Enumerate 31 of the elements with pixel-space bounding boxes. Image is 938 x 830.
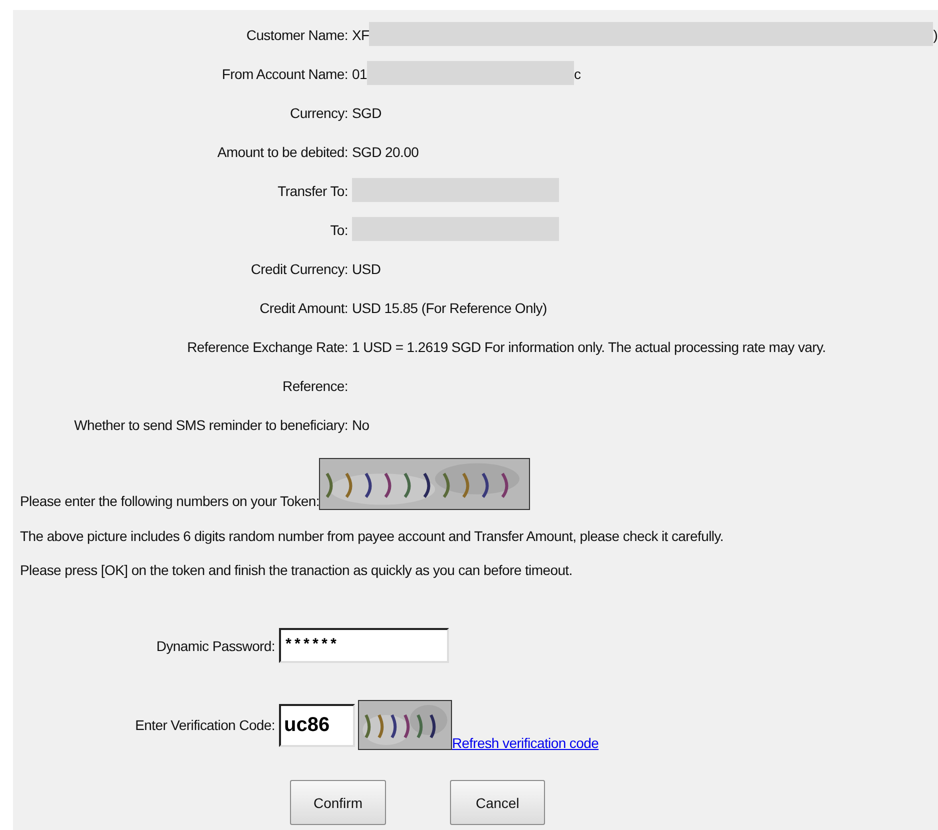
- field-label: From Account Name:: [220, 65, 348, 82]
- field-label: Enter Verification Code:: [134, 717, 276, 733]
- field-label: Currency:: [289, 104, 348, 121]
- field-value: ): [933, 27, 938, 43]
- field-label: Whether to send SMS reminder to beneficiary:: [73, 416, 348, 433]
- refresh-link[interactable]: Refresh verification code: [452, 735, 599, 751]
- field-label: Credit Amount:: [258, 299, 348, 316]
- instruction-text: Please press [OK] on the token and finish the tranaction as quickly as you can before timeout.: [19, 562, 574, 578]
- field-label: Amount to be debited:: [216, 143, 348, 160]
- field-label: To:: [329, 221, 348, 238]
- field-value: c: [574, 66, 581, 82]
- field-value: 01: [352, 66, 367, 82]
- field-value: SGD: [352, 105, 382, 121]
- token-prompt: Please enter the following numbers on your Token:: [20, 493, 320, 510]
- verification-code-field[interactable]: uc86: [279, 704, 355, 746]
- field-label: Customer Name:: [245, 26, 348, 43]
- cancel-button[interactable]: Cancel: [450, 780, 545, 825]
- confirm-button[interactable]: Confirm: [290, 780, 386, 825]
- field-value: SGD 20.00: [352, 144, 419, 160]
- field-value: USD 15.85 (For Reference Only): [352, 300, 547, 316]
- field-value: 1 USD = 1.2619 SGD For information only. The actual processing rate may vary.: [352, 339, 826, 355]
- password-field[interactable]: ******: [279, 628, 449, 663]
- instruction-text: The above picture includes 6 digits random number from payee account and Transfer Amount, please check it carefully.: [19, 528, 724, 544]
- field-label: Reference:: [282, 377, 348, 394]
- field-label: Dynamic Password:: [155, 638, 276, 654]
- field-value: No: [352, 417, 370, 433]
- field-label: Reference Exchange Rate:: [186, 338, 348, 355]
- field-value: XF: [352, 27, 370, 43]
- field-label: Transfer To:: [276, 182, 348, 199]
- field-label: Credit Currency:: [250, 260, 348, 277]
- field-value: USD: [352, 261, 381, 277]
